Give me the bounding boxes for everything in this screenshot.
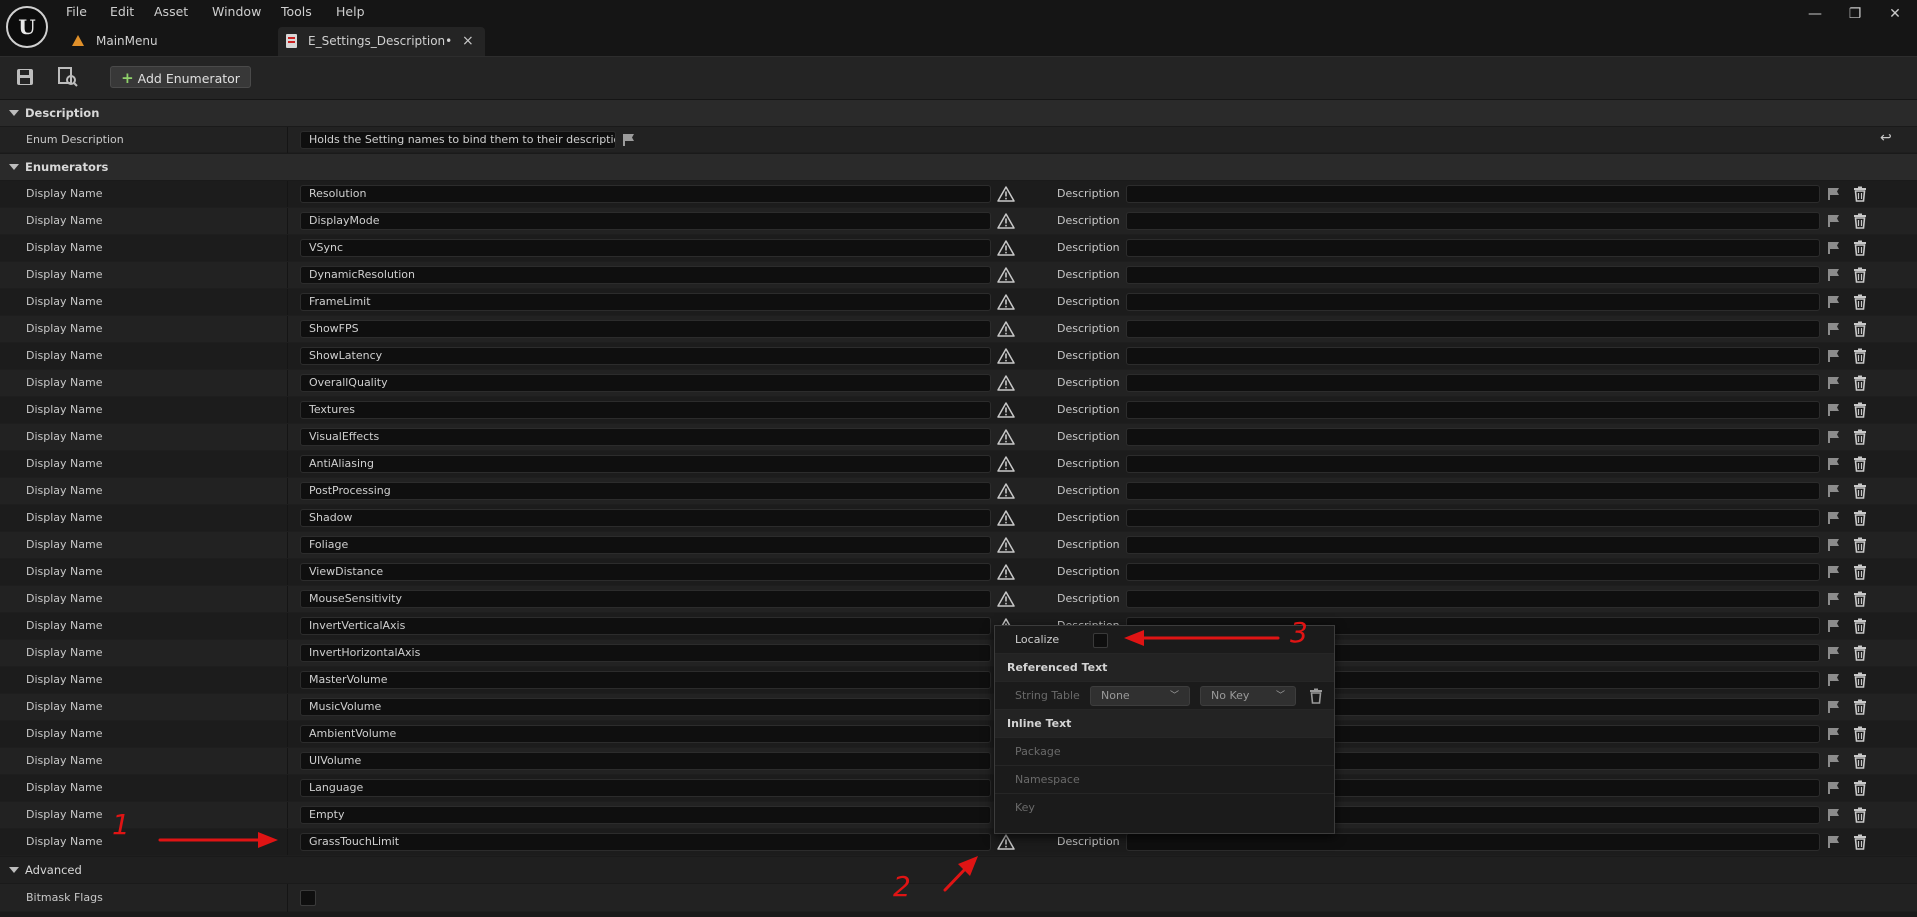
annotation-overlay: [158, 630, 1280, 892]
annotation-number-3: 3: [1290, 616, 1308, 649]
annotation-number-2: 2: [893, 870, 911, 903]
annotation-arrowhead-1: [258, 832, 278, 848]
annotation-arrowhead-3: [1124, 630, 1144, 646]
annotation-number-1: 1: [112, 808, 130, 841]
